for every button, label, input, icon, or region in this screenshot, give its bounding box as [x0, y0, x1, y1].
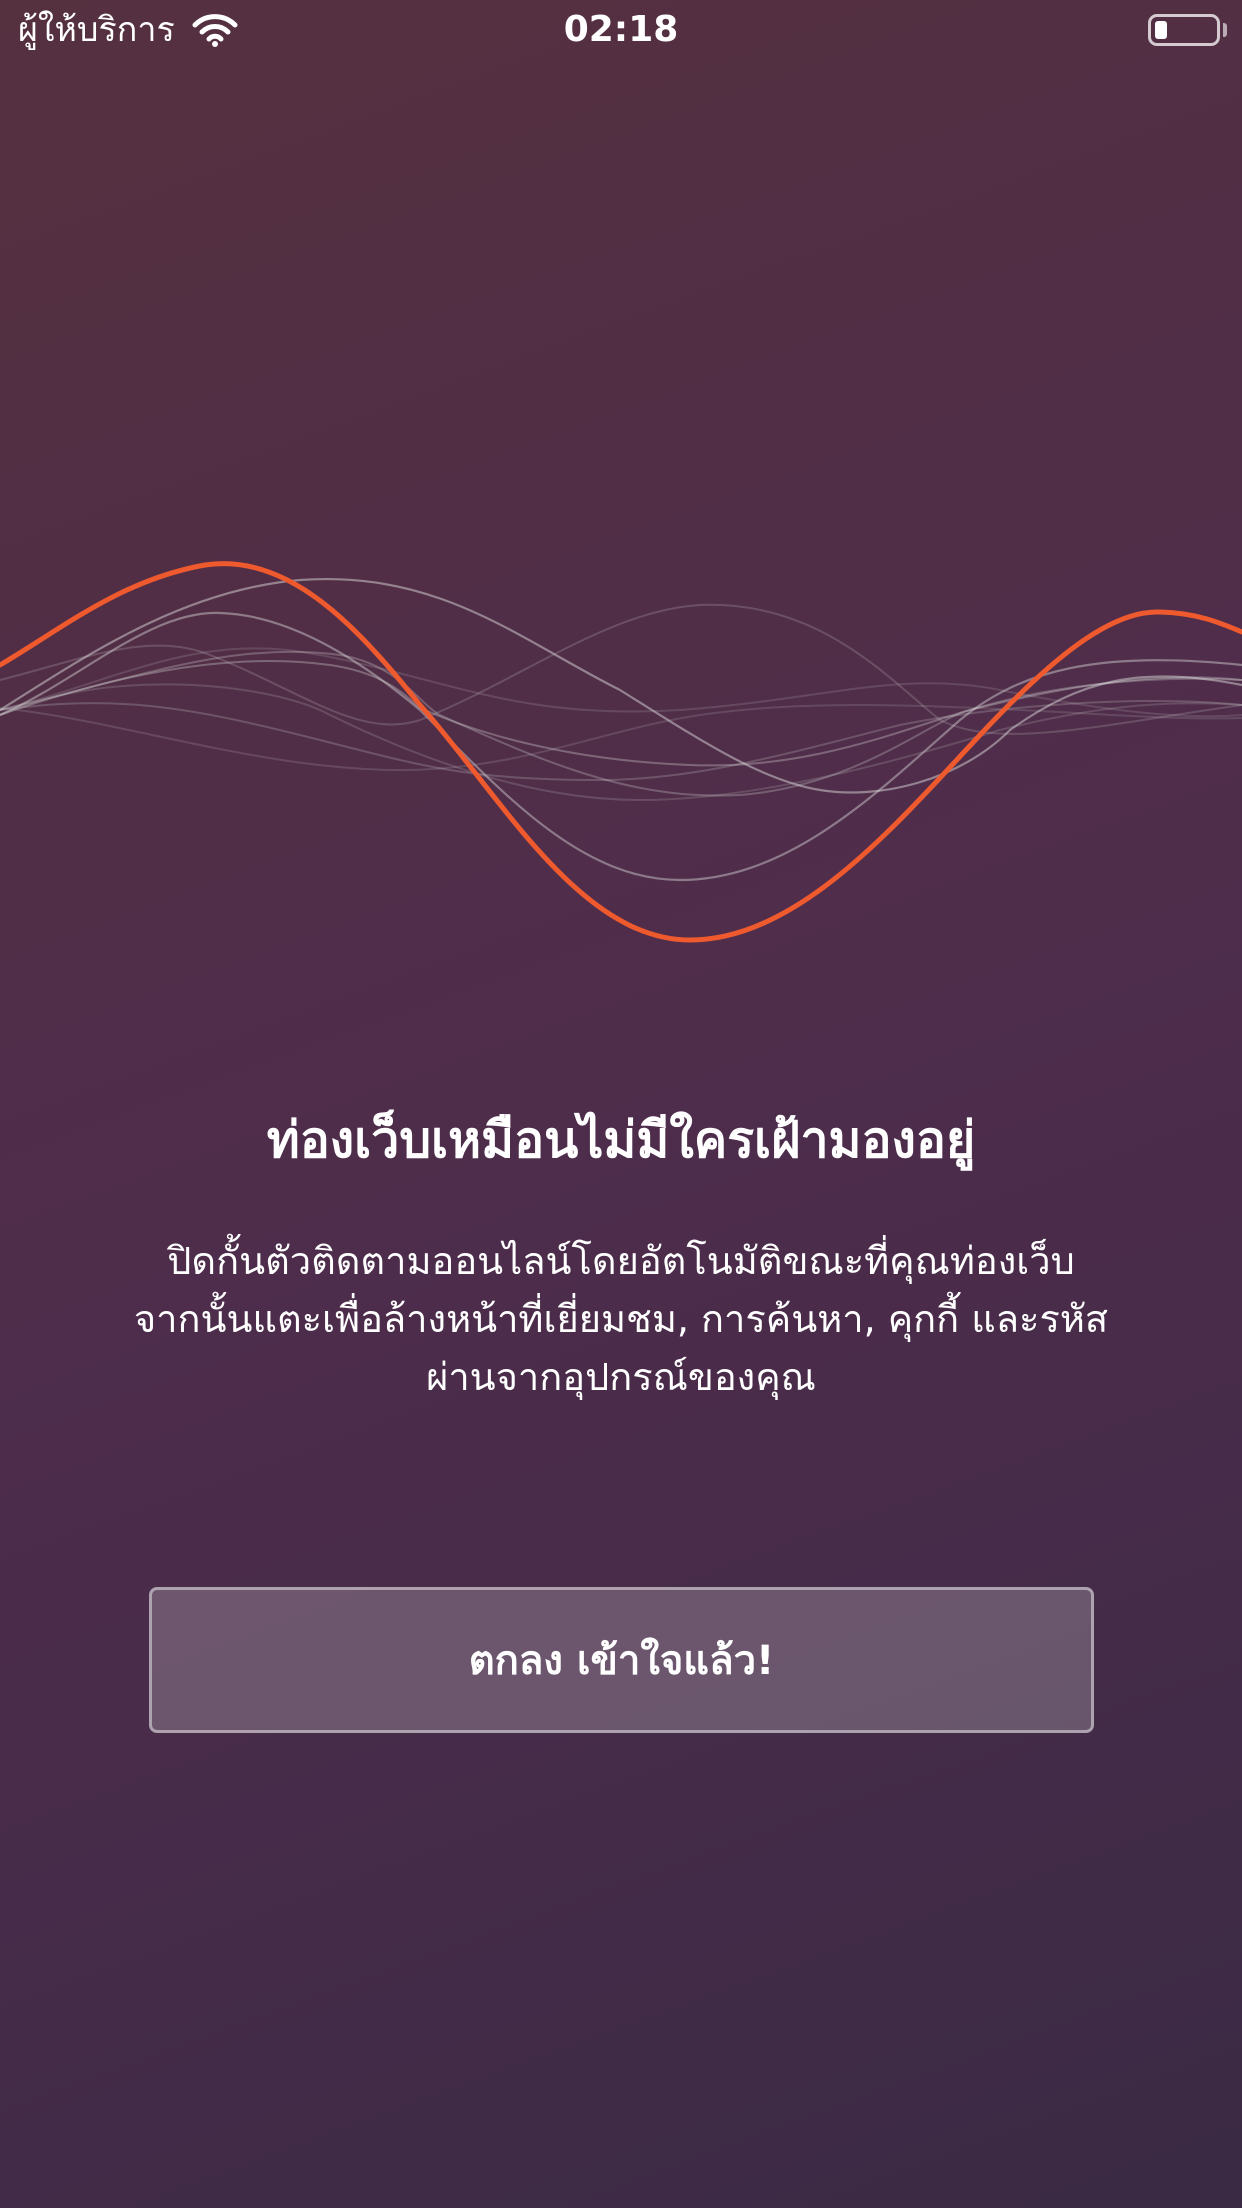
wave-line — [0, 660, 1242, 767]
wave-line — [0, 700, 1242, 782]
sound-wave-illustration — [0, 561, 1242, 943]
got-it-button[interactable]: ตกลง เข้าใจแล้ว! — [149, 1587, 1094, 1733]
wave-line — [0, 611, 1242, 882]
battery-icon — [1148, 14, 1220, 46]
onboarding-description: ปิดกั้นตัวติดตามออนไลน์โดยอัตโนมัติขณะที… — [133, 1239, 1109, 1399]
accent-wave-line — [0, 561, 1242, 943]
wave-line — [0, 603, 1242, 735]
status-bar: ผู้ให้บริการ 02:18 — [0, 0, 1242, 62]
battery-tip — [1223, 23, 1227, 37]
wave-line — [0, 650, 1242, 797]
onboarding-heading: ท่องเว็บเหมือนไม่มีใครเฝ้ามองอยู่ — [266, 1111, 976, 1169]
battery-level — [1155, 21, 1167, 39]
status-time: 02:18 — [563, 9, 679, 50]
